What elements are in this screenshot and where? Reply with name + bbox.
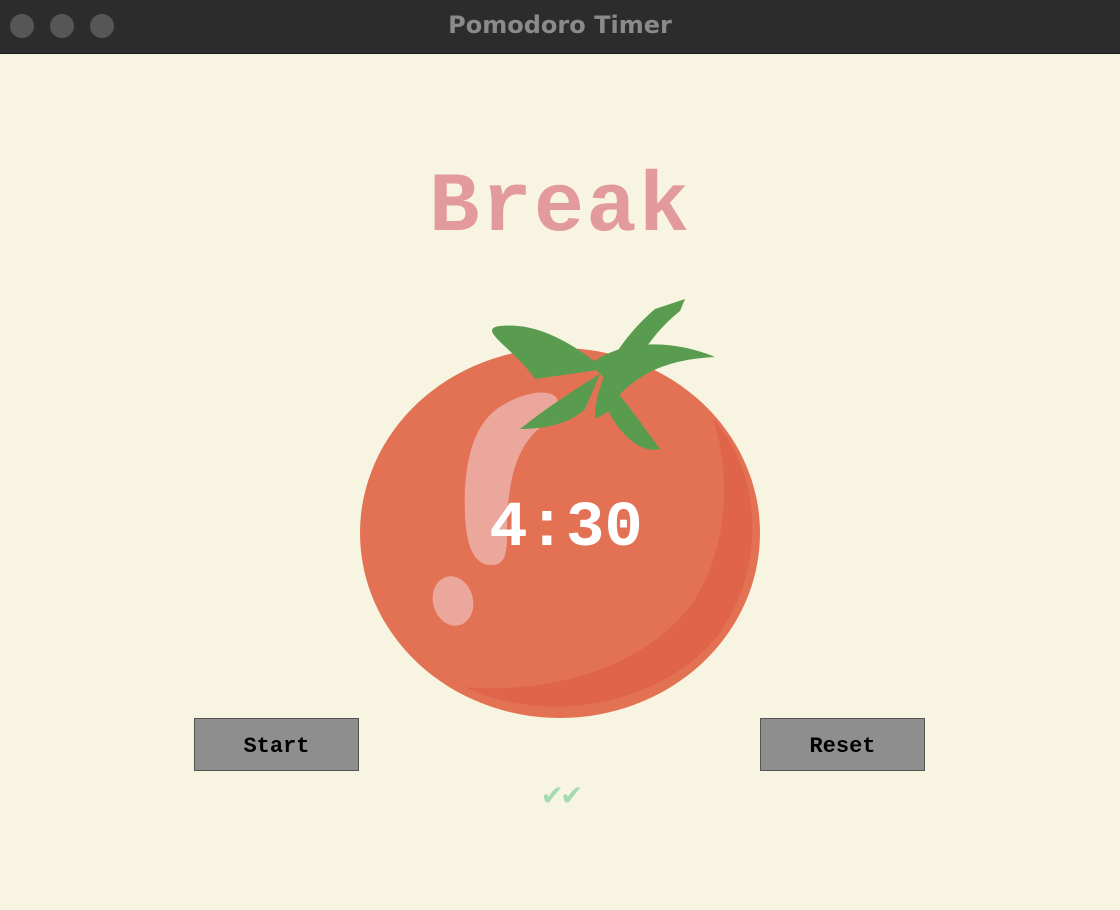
- reset-button[interactable]: Reset: [760, 718, 925, 771]
- title-bar[interactable]: Pomodoro Timer: [0, 0, 1120, 54]
- start-button[interactable]: Start: [194, 718, 359, 771]
- mode-label: Break: [428, 161, 692, 256]
- checkmark-icon: ✔✔: [540, 779, 584, 812]
- app-window: Pomodoro Timer Break 4:30 Start Reset ✔✔: [0, 0, 1120, 910]
- window-title: Pomodoro Timer: [448, 11, 672, 39]
- main-content: Break 4:30 Start Reset ✔✔: [0, 54, 1120, 910]
- timer-display: 4:30: [489, 493, 643, 565]
